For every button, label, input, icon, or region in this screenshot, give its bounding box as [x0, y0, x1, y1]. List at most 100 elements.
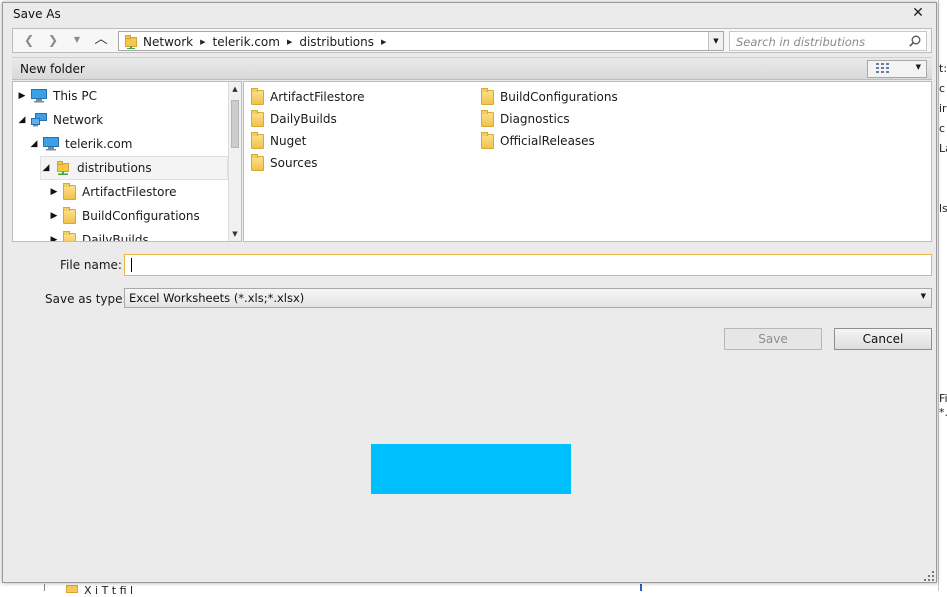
tree-item-this-pc[interactable]: ▶ This PC	[17, 84, 97, 108]
scroll-thumb[interactable]	[231, 100, 239, 148]
title-bar[interactable]: Save As ✕	[3, 3, 936, 25]
address-dropdown-icon[interactable]: ▼	[708, 32, 723, 50]
tree-item-label: telerik.com	[65, 137, 133, 151]
tree-item-label: This PC	[53, 89, 97, 103]
background-text-fragment: ir	[939, 102, 947, 115]
file-item-sources[interactable]: Sources	[251, 153, 317, 173]
tree-item-label: ArtifactFilestore	[82, 185, 177, 199]
resize-grip-icon[interactable]	[924, 570, 934, 581]
expand-arrow-icon[interactable]: ▶	[49, 211, 59, 221]
breadcrumb-telerik[interactable]: telerik.com	[211, 35, 284, 49]
tree-item-network[interactable]: ◢ Network	[17, 108, 103, 132]
folder-icon	[251, 87, 264, 105]
tree-item-label: DailyBuilds	[82, 233, 149, 242]
expand-arrow-icon[interactable]: ▶	[17, 91, 27, 101]
file-name-field[interactable]	[124, 254, 932, 276]
save-as-type-select[interactable]: Excel Worksheets (*.xls;*.xlsx) ▼	[124, 288, 932, 308]
collapse-arrow-icon[interactable]: ◢	[29, 139, 39, 149]
tree-item-label: distributions	[77, 161, 152, 175]
address-bar[interactable]: Network ▶ telerik.com ▶ distributions ▶ …	[118, 31, 724, 51]
file-item-label: Diagnostics	[500, 112, 570, 126]
tree-item-label: Network	[53, 113, 104, 127]
file-item-label: DailyBuilds	[270, 112, 337, 126]
save-as-type-value: Excel Worksheets (*.xls;*.xlsx)	[129, 291, 305, 305]
breadcrumb-distributions[interactable]: distributions	[297, 35, 378, 49]
folder-icon	[63, 206, 76, 224]
file-name-label: File name:	[60, 258, 122, 272]
text-caret	[131, 258, 132, 272]
file-item-artifactfilestore[interactable]: ArtifactFilestore	[251, 87, 365, 107]
breadcrumb-arrow-icon[interactable]: ▶	[284, 38, 297, 46]
background-divider	[44, 584, 45, 591]
expand-arrow-icon[interactable]: ▶	[49, 235, 59, 241]
file-item-label: OfficialReleases	[500, 134, 595, 148]
file-item-label: ArtifactFilestore	[270, 90, 365, 104]
chevron-down-icon[interactable]: ▼	[921, 292, 926, 300]
folder-icon	[63, 230, 76, 241]
scroll-down-icon[interactable]: ▼	[229, 227, 241, 241]
cancel-button[interactable]: Cancel	[834, 328, 932, 350]
network-folder-icon	[125, 35, 137, 49]
folder-icon	[481, 87, 494, 105]
expand-arrow-icon[interactable]: ▶	[49, 187, 59, 197]
tree-scrollbar[interactable]: ▲ ▼	[228, 82, 241, 241]
background-text-fragment: c	[939, 82, 946, 95]
folder-icon	[251, 109, 264, 127]
grid-view-icon	[876, 63, 890, 75]
search-input[interactable]: Search in distributions	[729, 31, 927, 51]
search-icon[interactable]	[909, 35, 921, 47]
tree-item-distributions[interactable]: ◢ distributions	[40, 156, 228, 180]
search-placeholder: Search in distributions	[736, 35, 866, 49]
tree-item-telerik-com[interactable]: ◢ telerik.com	[29, 132, 132, 156]
save-as-dialog: Save As ✕ ❮ ❯ ▼ ︿ Network ▶ telerik.com …	[2, 2, 937, 583]
file-item-diagnostics[interactable]: Diagnostics	[481, 109, 570, 129]
file-item-label: BuildConfigurations	[500, 90, 618, 104]
view-mode-button[interactable]: ▼	[867, 60, 927, 78]
navigation-bar: ❮ ❯ ▼ ︿ Network ▶ telerik.com ▶ distribu…	[12, 28, 932, 53]
chevron-down-icon: ▼	[915, 63, 921, 71]
scroll-up-icon[interactable]: ▲	[229, 82, 241, 96]
file-item-label: Nuget	[270, 134, 307, 148]
command-toolbar: New folder ▼	[12, 57, 932, 80]
tree-item-label: BuildConfigurations	[82, 209, 200, 223]
file-item-nuget[interactable]: Nuget	[251, 131, 306, 151]
folder-icon	[63, 182, 76, 200]
dialog-title: Save As	[13, 7, 61, 21]
background-text-fragment: ls	[939, 202, 947, 215]
recent-locations-dropdown-icon[interactable]: ▼	[69, 32, 85, 48]
computer-icon	[43, 137, 59, 151]
folder-icon	[251, 153, 264, 171]
tree-item-artifactfilestore[interactable]: ▶ ArtifactFilestore	[49, 180, 177, 204]
collapse-arrow-icon[interactable]: ◢	[17, 115, 27, 125]
breadcrumb-arrow-icon[interactable]: ▶	[378, 38, 391, 46]
network-folder-icon	[55, 161, 71, 175]
back-arrow-icon[interactable]: ❮	[21, 32, 37, 48]
file-item-buildconfigurations[interactable]: BuildConfigurations	[481, 87, 618, 107]
file-list: ArtifactFilestore DailyBuilds Nuget Sour…	[243, 81, 932, 242]
navigation-tree: ▶ This PC ◢ Network ◢ telerik.com ◢ dist…	[12, 81, 242, 242]
file-item-officialreleases[interactable]: OfficialReleases	[481, 131, 595, 151]
breadcrumb-network[interactable]: Network	[141, 35, 197, 49]
breadcrumb: Network ▶ telerik.com ▶ distributions ▶	[141, 34, 391, 49]
save-as-type-label: Save as type:	[45, 292, 127, 306]
tree-item-dailybuilds[interactable]: ▶ DailyBuilds	[49, 228, 149, 242]
background-text-fragment: La	[939, 142, 947, 155]
file-item-dailybuilds[interactable]: DailyBuilds	[251, 109, 337, 129]
save-button[interactable]: Save	[724, 328, 822, 350]
blue-rectangle	[371, 444, 571, 494]
close-icon[interactable]: ✕	[910, 5, 926, 21]
up-folder-icon[interactable]: ︿	[93, 32, 109, 48]
folder-icon	[481, 109, 494, 127]
background-text-fragment: t:	[939, 62, 947, 75]
tree-item-buildconfigurations[interactable]: ▶ BuildConfigurations	[49, 204, 200, 228]
background-text-fragment: Fi	[939, 392, 947, 405]
network-icon	[31, 113, 47, 127]
background-accent-line	[640, 584, 642, 591]
breadcrumb-arrow-icon[interactable]: ▶	[197, 38, 210, 46]
background-folder-icon	[66, 585, 78, 593]
forward-arrow-icon[interactable]: ❯	[45, 32, 61, 48]
background-text-fragment: *.	[939, 406, 947, 419]
file-item-label: Sources	[270, 156, 318, 170]
new-folder-button[interactable]: New folder	[20, 62, 85, 76]
collapse-arrow-icon[interactable]: ◢	[41, 163, 51, 173]
